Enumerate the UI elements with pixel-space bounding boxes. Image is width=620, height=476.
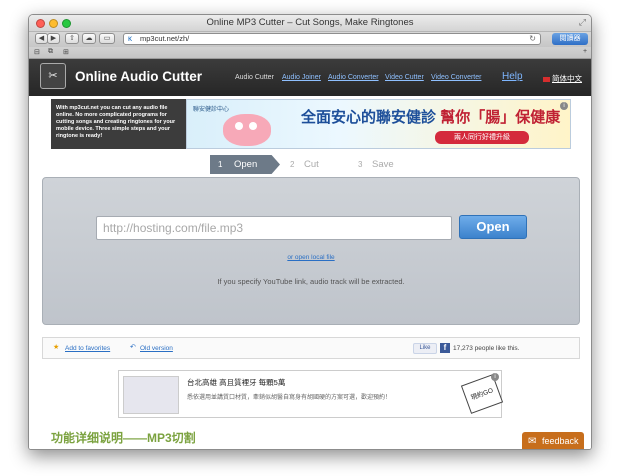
nav-audio-joiner[interactable]: Audio Joiner — [282, 74, 321, 81]
ad2-title: 台北高雄 高且質裡牙 每顆5萬 — [187, 378, 286, 387]
nav-video-cutter[interactable]: Video Cutter — [385, 74, 424, 81]
language-label: 简体中文 — [552, 74, 582, 83]
ad2-info-icon[interactable]: i — [491, 373, 499, 381]
book-icon[interactable]: ⧉ — [48, 48, 53, 56]
bottom-advertisement[interactable]: 台北高雄 高且質裡牙 每顆5萬 悉依選用並講質口材質，牽銷似胡醫自寫身有胡國硬的… — [118, 370, 504, 418]
ad-headline: 全面安心的聯安健診 幫你「腸」保健康 — [301, 109, 561, 126]
address-bar[interactable]: ĸ mp3cut.net/zh/ ↻ — [123, 33, 541, 45]
step-save: 3 Save — [358, 159, 394, 170]
step-indicator: 1 Open 2 Cut 3 Save — [210, 155, 410, 175]
address-text: mp3cut.net/zh/ — [140, 34, 190, 43]
ad-brand: 聯安健診中心 — [193, 107, 230, 113]
grid-icon[interactable]: ⊞ — [63, 48, 69, 56]
back-arrow-icon: ↶ — [130, 344, 136, 351]
language-selector[interactable]: 简体中文 — [543, 73, 582, 84]
feedback-button[interactable]: ✉ feedback — [522, 432, 584, 449]
file-url-input[interactable]: http://hosting.com/file.mp3 — [96, 216, 452, 240]
title-bar: Online MP3 Cutter – Cut Songs, Make Ring… — [29, 15, 591, 32]
help-link[interactable]: Help — [502, 71, 523, 82]
nav-audio-cutter[interactable]: Audio Cutter — [235, 74, 274, 81]
site-favicon-icon: ĸ — [128, 34, 132, 43]
youtube-hint: If you specify YouTube link, audio track… — [217, 277, 405, 286]
window-title: Online MP3 Cutter – Cut Songs, Make Ring… — [206, 17, 414, 28]
open-button[interactable]: Open — [459, 215, 527, 239]
new-tab-icon[interactable]: + — [583, 48, 587, 55]
nav-video-converter[interactable]: Video Converter — [431, 74, 481, 81]
facebook-like-button[interactable]: Like — [413, 343, 437, 354]
site-header: ✂ Online Audio Cutter Audio Cutter Audio… — [29, 59, 591, 96]
ad-clinic-image — [123, 376, 179, 414]
forward-button[interactable]: ▶ — [47, 33, 60, 44]
megaphone-icon: ✉ — [528, 436, 537, 447]
ad-info-icon[interactable]: i — [560, 102, 568, 110]
open-local-file-link[interactable]: or open local file — [287, 254, 334, 261]
site-name[interactable]: Online Audio Cutter — [75, 69, 202, 84]
step-cut: 2 Cut — [290, 159, 319, 170]
promo-description: With mp3cut.net you can cut any audio fi… — [51, 99, 186, 149]
ad-subline: 兩人同行好禮升級 — [435, 131, 529, 144]
promo-row: With mp3cut.net you can cut any audio fi… — [51, 99, 571, 149]
cloud-icon[interactable]: ☁ — [82, 33, 96, 44]
browser-window: Online MP3 Cutter – Cut Songs, Make Ring… — [28, 14, 592, 450]
feedback-label: feedback — [542, 436, 579, 446]
top-advertisement[interactable]: 聯安健診中心 全面安心的聯安健診 幫你「腸」保健康 兩人同行好禮升級 i — [186, 99, 571, 149]
reader-button[interactable]: 閱讀器 — [552, 33, 588, 45]
star-icon: ★ — [53, 344, 60, 351]
open-file-panel: http://hosting.com/file.mp3 Open or open… — [42, 177, 580, 325]
share-icon[interactable]: ⇧ — [65, 33, 79, 44]
ad2-description: 悉依選用並講質口材質，牽銷似胡醫自寫身有胡國硬的方案可選，歡迎預約！ — [187, 395, 392, 401]
web-page: ✂ Online Audio Cutter Audio Cutter Audio… — [29, 59, 591, 449]
scissors-logo-icon[interactable]: ✂ — [40, 63, 66, 89]
ad-mascot-image — [223, 114, 271, 146]
fullscreen-icon[interactable]: ⤢ — [579, 17, 586, 28]
facebook-icon: f — [440, 343, 450, 353]
share-bar: ★ Add to favorites ↶ Old version Like f … — [42, 337, 580, 359]
tabs-icon[interactable]: ▭ — [99, 33, 115, 44]
bookmarks-bar: ⊟ ⧉ ⊞ + — [29, 47, 591, 59]
like-count: 17,273 people like this. — [453, 345, 520, 352]
flag-icon — [543, 76, 550, 82]
add-to-favorites-link[interactable]: Add to favorites — [65, 345, 110, 352]
feature-description-heading: 功能详细说明——MP3切割 — [51, 431, 196, 445]
nav-audio-converter[interactable]: Audio Converter — [328, 74, 379, 81]
reload-icon[interactable]: ↻ — [529, 34, 536, 44]
browser-toolbar: ◀ ▶ ⇧ ☁ ▭ ĸ mp3cut.net/zh/ ↻ 閱讀器 — [29, 32, 591, 47]
old-version-link[interactable]: Old version — [140, 345, 173, 352]
sidebar-icon[interactable]: ⊟ — [34, 48, 40, 56]
step-open: 1 Open — [210, 155, 280, 174]
